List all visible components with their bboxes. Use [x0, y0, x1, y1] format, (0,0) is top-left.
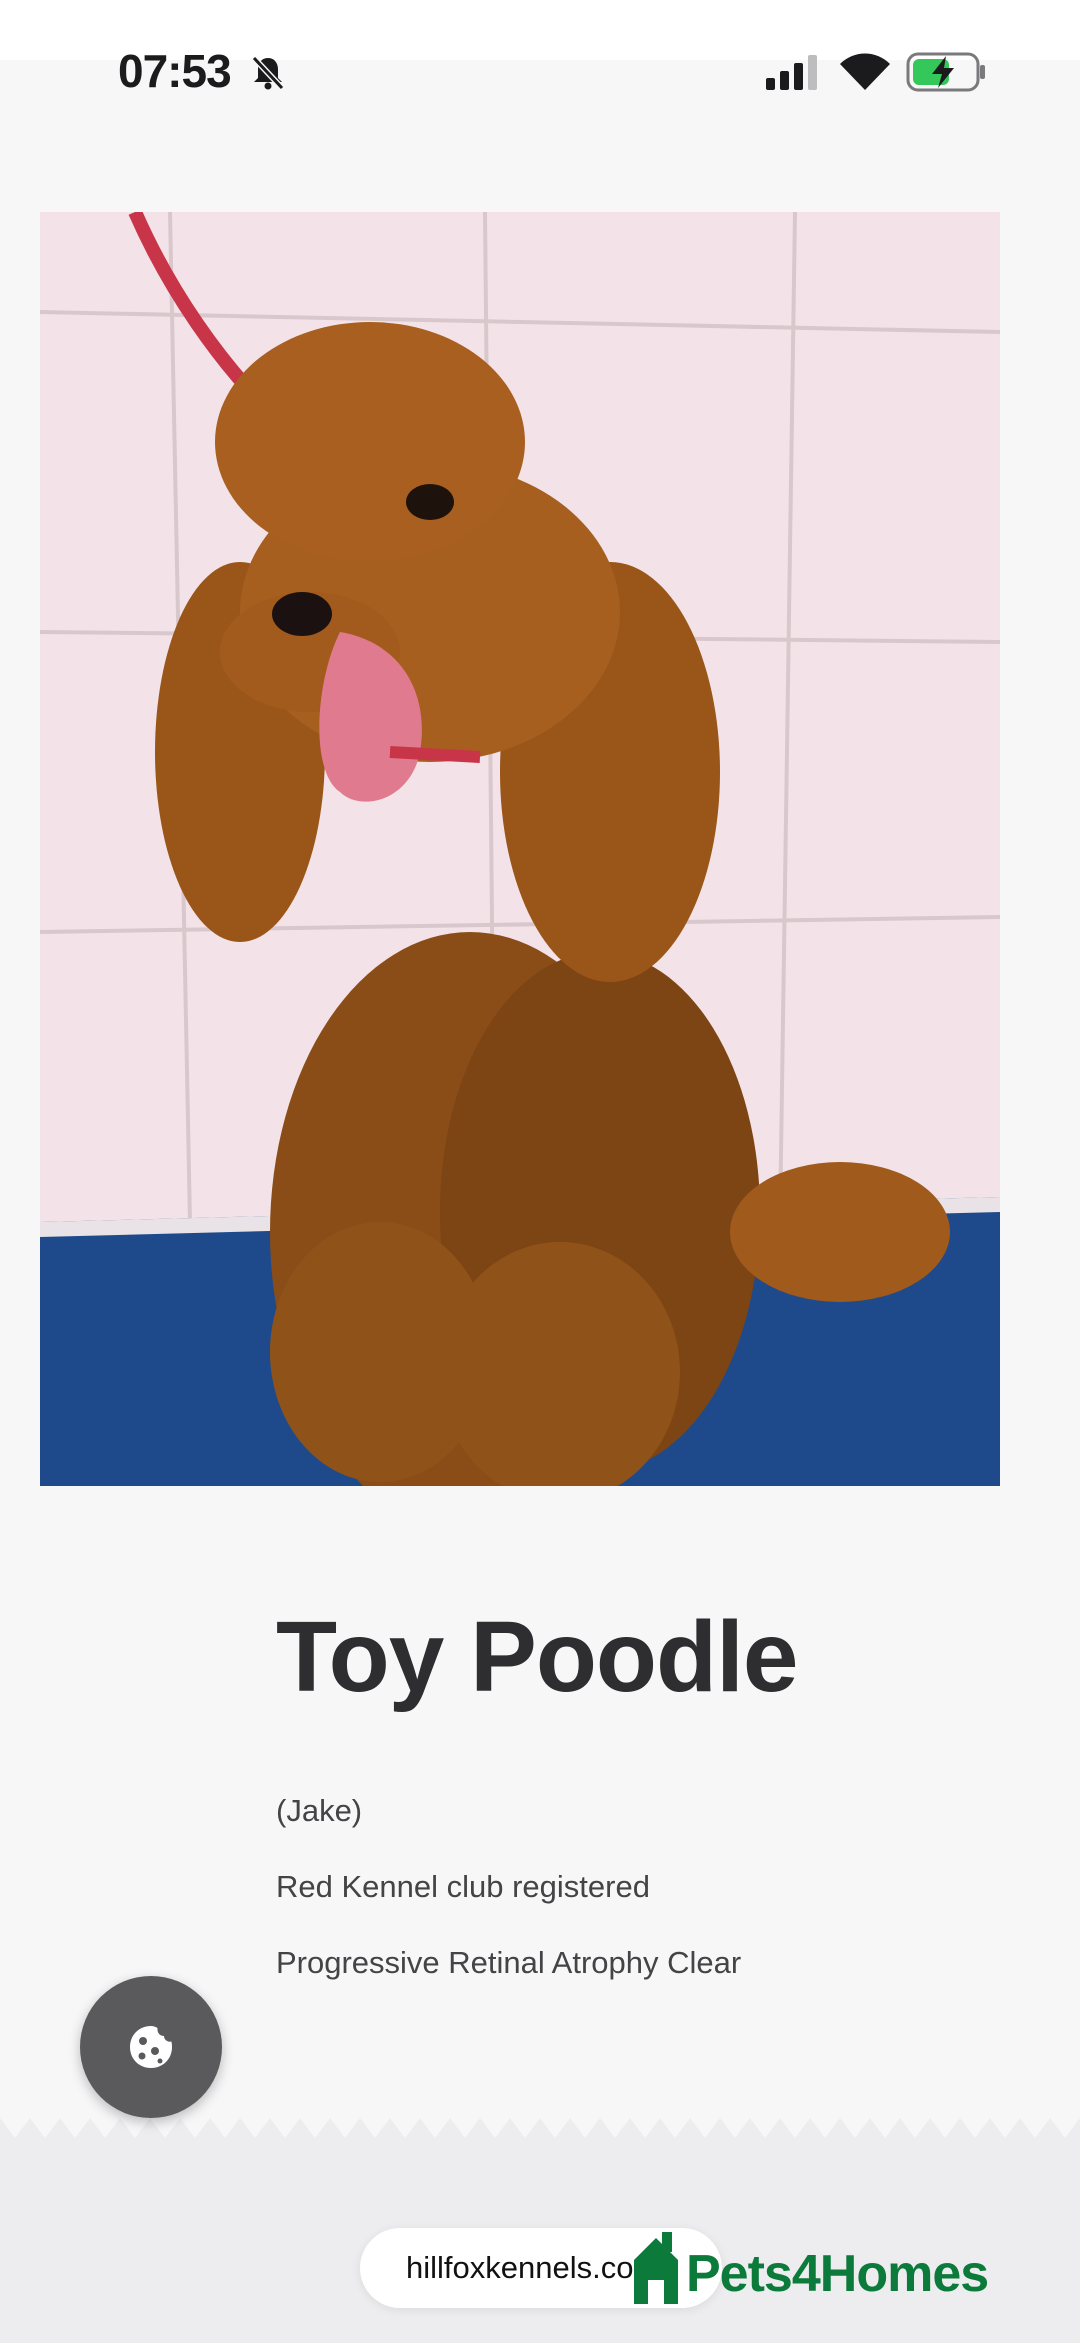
battery-charging-icon: [906, 50, 988, 94]
brand-name: Pets4Homes: [686, 2245, 989, 2303]
signal-icon: [764, 52, 824, 92]
page-title: Toy Poodle: [276, 1601, 798, 1713]
url-text: hillfoxkennels.com: [406, 2250, 660, 2285]
toy-poodle-photo: [40, 212, 1000, 1486]
wifi-icon: [838, 50, 892, 92]
cookie-icon: [127, 2023, 175, 2071]
brand-logo[interactable]: Pets4Homes: [628, 2230, 1018, 2310]
house-logo-icon: [628, 2230, 684, 2304]
cookie-settings-button[interactable]: [80, 1976, 222, 2118]
bell-off-icon: [248, 52, 288, 92]
status-bar: 07:53: [0, 0, 1080, 150]
health-info: Progressive Retinal Atrophy Clear: [276, 1945, 742, 1980]
dog-name: (Jake): [276, 1793, 363, 1828]
registration-info: Red Kennel club registered: [276, 1869, 650, 1904]
status-time: 07:53: [118, 45, 232, 97]
